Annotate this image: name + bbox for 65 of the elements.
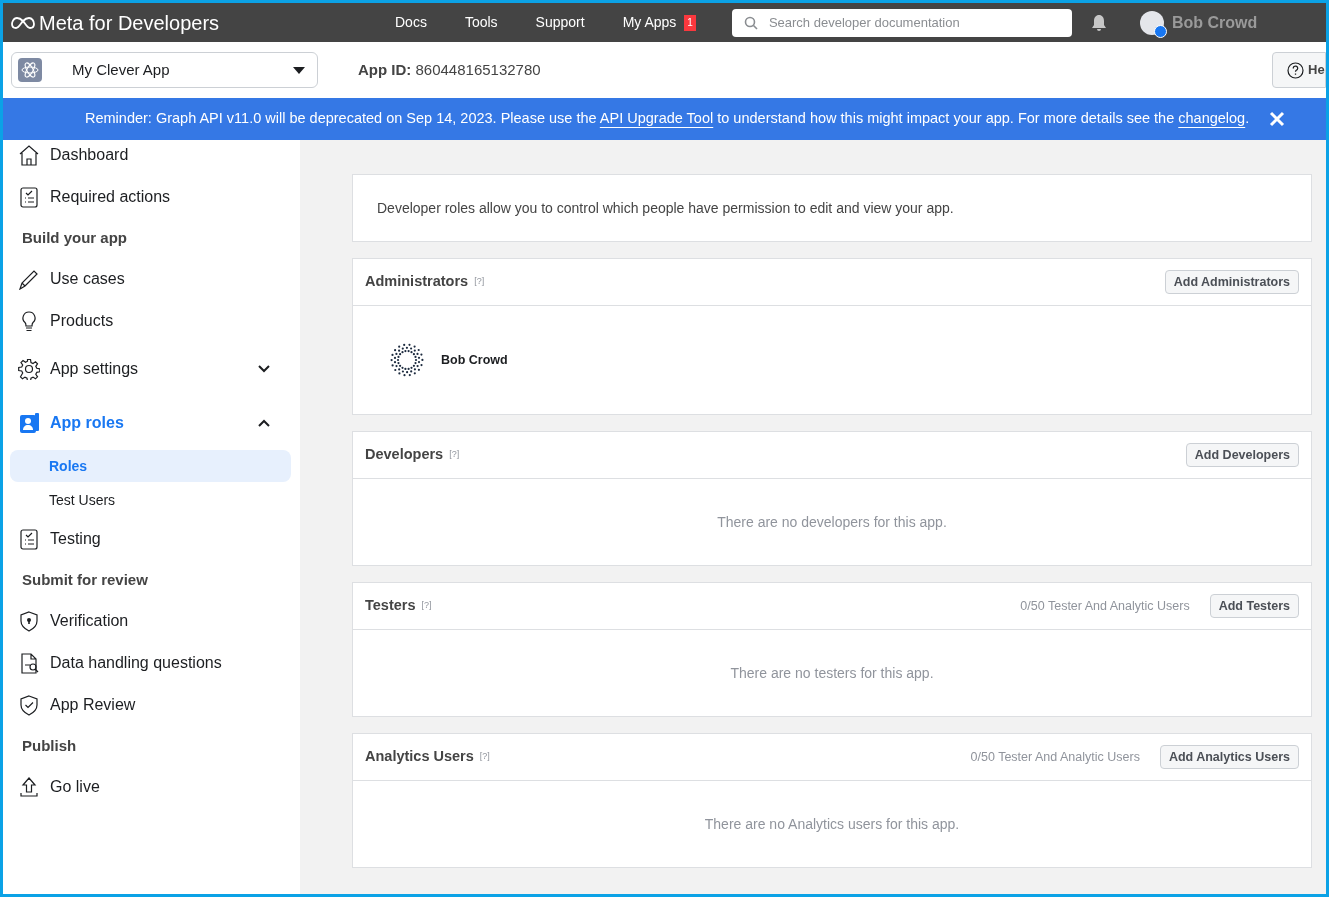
pencil-icon: [18, 268, 40, 290]
add-button[interactable]: Add Administrators: [1164, 270, 1299, 294]
app-id-value: 860448165132780: [415, 60, 541, 78]
section-title: Administrators: [365, 272, 469, 292]
banner-text: Reminder: Graph API v11.0 will be deprecated on Sep 14, 2023. Please use the API Upgrade Tool to understand how this might impact your app. For more details see the changelog.: [85, 109, 1250, 129]
section-heading: Build your app: [21, 227, 128, 248]
close-icon[interactable]: [1269, 111, 1286, 127]
nav-item[interactable]: App settings: [7, 342, 294, 396]
empty-message: There are no Analytics users for this app.: [703, 814, 961, 834]
chevron-icon: [258, 419, 270, 427]
nav-link[interactable]: Tools: [464, 12, 498, 33]
house-icon: [18, 144, 40, 166]
help-button[interactable]: He: [1272, 52, 1326, 88]
nav-link[interactable]: My Apps 1: [622, 12, 696, 33]
empty-message: There are no developers for this app.: [716, 512, 948, 532]
banner-link[interactable]: changelog: [1178, 110, 1246, 127]
infinity-logo-icon: [11, 15, 35, 30]
section-title: Analytics Users: [365, 747, 474, 767]
shield-check-icon: [18, 694, 40, 716]
help-icon: [1287, 61, 1304, 79]
caret-icon: [293, 66, 305, 74]
nav-link[interactable]: Support: [535, 12, 585, 33]
nav-item[interactable]: Go live: [7, 766, 294, 808]
sub-nav-item[interactable]: Test Users: [10, 484, 291, 516]
sub-nav-item[interactable]: Roles: [10, 450, 291, 482]
section-title: Developers: [365, 445, 444, 465]
section-heading: Submit for review: [21, 569, 149, 590]
upload-icon: [18, 776, 40, 798]
nav-item[interactable]: Testing: [7, 518, 294, 560]
chevron-icon: [258, 365, 270, 373]
search-field[interactable]: Search developer documentation: [731, 8, 1072, 37]
site-logo[interactable]: Meta for Developers: [39, 7, 220, 38]
search-icon: [743, 15, 758, 30]
avatar-icon: [1139, 10, 1164, 35]
checklist-icon: [18, 186, 40, 208]
add-button[interactable]: Add Developers: [1185, 443, 1299, 467]
app-id-label: App ID:: [358, 60, 412, 78]
nav-item[interactable]: App Review: [7, 684, 294, 726]
nav-item[interactable]: Use cases: [7, 258, 294, 300]
document-search-icon: [18, 652, 40, 674]
id-badge-icon: [18, 412, 40, 434]
nav-link[interactable]: Docs: [395, 12, 427, 33]
gear-icon: [18, 358, 40, 380]
nav-item[interactable]: Required actions: [7, 176, 294, 218]
empty-message: There are no testers for this app.: [729, 663, 935, 683]
banner-link[interactable]: API Upgrade Tool: [599, 110, 714, 127]
atom-icon: [18, 58, 42, 82]
nav-item[interactable]: Verification: [7, 600, 294, 642]
app-selector[interactable]: My Clever App: [11, 52, 318, 88]
bell-icon[interactable]: [1089, 13, 1108, 32]
nav-item[interactable]: Data handling questions: [7, 642, 294, 684]
nav-item[interactable]: App roles: [7, 396, 294, 450]
user-count: 0/50 Tester And Analytic Users: [1020, 597, 1190, 615]
shield-icon: [18, 610, 40, 632]
intro-card: Developer roles allow you to control which people have permission to edit and view your app.: [352, 174, 1312, 242]
section-heading: Publish: [21, 735, 78, 756]
add-button[interactable]: Add Analytics Users: [1159, 745, 1299, 769]
add-button[interactable]: Add Testers: [1209, 594, 1299, 618]
checklist-icon: [18, 528, 40, 550]
user-count: 0/50 Tester And Analytic Users: [970, 748, 1140, 766]
nav-item[interactable]: Dashboard: [7, 134, 294, 176]
notification-badge: 1: [684, 14, 696, 31]
section-title: Testers: [365, 596, 416, 616]
member-name[interactable]: Bob Crowd: [441, 350, 508, 370]
nav-item[interactable]: Products: [7, 300, 294, 342]
